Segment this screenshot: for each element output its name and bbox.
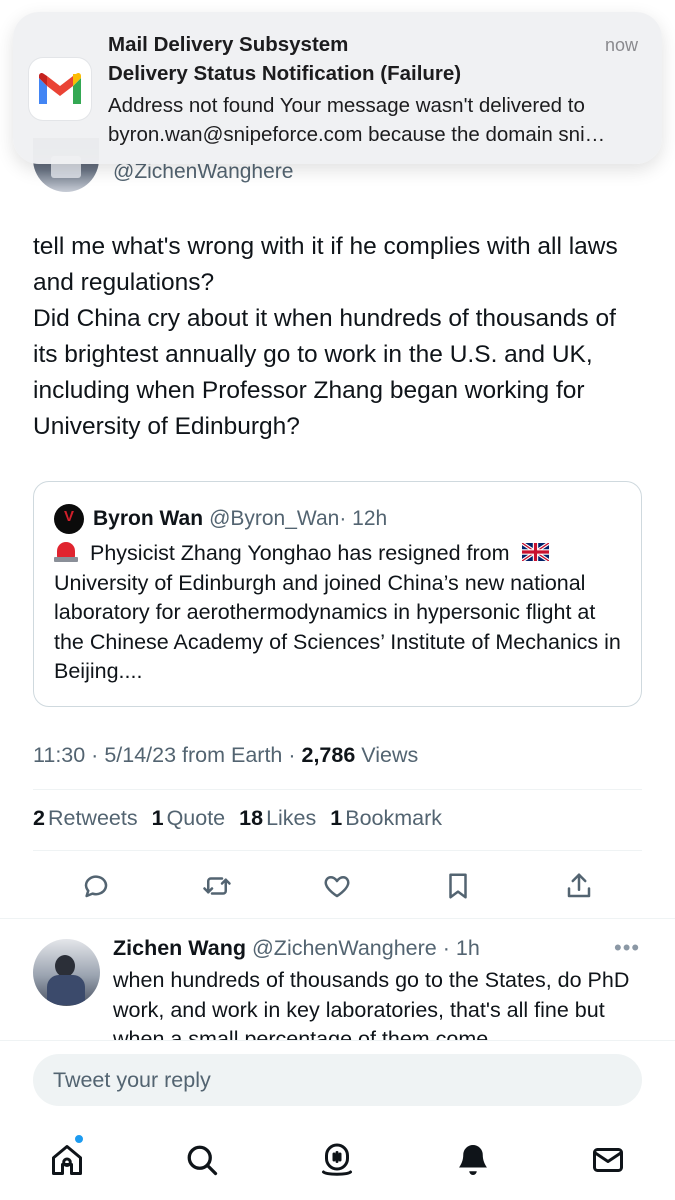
nav-home[interactable] [45, 1138, 89, 1182]
reply-header: Zichen Wang @ZichenWanghere · 1h [113, 936, 480, 961]
notification-body: Address not found Your message wasn't de… [108, 91, 643, 149]
notification-body-line: byron.wan@snipeforce.com because the dom… [108, 123, 606, 146]
quoted-text-rest: University of Edinburgh and joined China… [54, 570, 621, 684]
bottom-navigation [0, 1138, 675, 1182]
reply-text: when hundreds of thousands go to the Sta… [113, 968, 630, 1042]
bookmark-button[interactable] [436, 864, 480, 908]
retweets-stat[interactable]: 2 Retweets [33, 806, 138, 831]
tweet-text-line: Did China cry about it when hundreds of … [33, 305, 616, 440]
nav-search[interactable] [180, 1138, 224, 1182]
retweet-icon [203, 877, 231, 895]
mail-icon [593, 1148, 623, 1172]
quoted-author-avatar [54, 504, 84, 534]
notification-app-name: Mail Delivery Subsystem [108, 33, 349, 56]
likes-stat[interactable]: 18 Likes [239, 806, 316, 831]
siren-emoji-icon [54, 540, 78, 562]
nav-messages[interactable] [586, 1138, 630, 1182]
bell-icon [459, 1145, 487, 1175]
reply-author-handle[interactable]: @ZichenWanghere [252, 936, 437, 960]
heart-icon [324, 876, 350, 898]
more-options-icon[interactable]: ••• [614, 936, 640, 960]
retweet-button[interactable] [195, 864, 239, 908]
notification-time: now [604, 35, 638, 55]
quoted-text-start: Physicist Zhang Yonghao has resigned fro… [90, 541, 510, 565]
quoted-tweet-header: Byron Wan @Byron_Wan · 12h [54, 504, 387, 534]
uk-flag-icon [521, 543, 549, 561]
bookmarks-stat[interactable]: 1 Bookmark [330, 806, 442, 831]
reply-icon [84, 875, 108, 898]
divider [33, 789, 642, 790]
divider [33, 850, 642, 851]
divider [0, 918, 675, 919]
tweet-action-bar [0, 864, 675, 908]
reply-button[interactable] [74, 864, 118, 908]
share-button[interactable] [557, 864, 601, 908]
nav-notifications[interactable] [451, 1138, 495, 1182]
gmail-icon [29, 58, 91, 120]
tweet-text-line: tell me what's wrong with it if he compl… [33, 233, 618, 296]
reply-author-name[interactable]: Zichen Wang [113, 936, 246, 960]
reply-time: · 1h [436, 936, 480, 960]
notification-title: Delivery Status Notification (Failure) [108, 62, 462, 85]
quoted-tweet-text: Physicist Zhang Yonghao has resigned fro… [54, 539, 629, 687]
quoted-tweet-time: · 12h [339, 507, 388, 530]
home-notification-dot [74, 1134, 84, 1144]
quoted-author-name: Byron Wan [93, 507, 204, 530]
home-icon [52, 1145, 82, 1175]
quotes-stat[interactable]: 1 Quote [152, 806, 226, 831]
notification-body-line: Address not found Your message wasn't de… [108, 94, 585, 117]
search-icon [187, 1145, 218, 1176]
quoted-author-handle: @Byron_Wan [209, 507, 340, 530]
tweet-meta: 11:30 · 5/14/23 from Earth · 2,786 Views [33, 743, 418, 768]
nav-spaces[interactable] [315, 1138, 359, 1182]
views-label: Views [355, 743, 419, 767]
engagement-stats: 2 Retweets 1 Quote 18 Likes 1 Bookmark [33, 806, 456, 831]
share-icon [567, 873, 591, 898]
spaces-microphone-icon [322, 1143, 352, 1176]
views-count: 2,786 [301, 743, 356, 767]
like-button[interactable] [315, 864, 359, 908]
push-notification-banner[interactable]: Mail Delivery Subsystem now Delivery Sta… [13, 12, 662, 164]
tweet-timestamp: 11:30 · 5/14/23 from Earth · [33, 743, 302, 767]
reply-author-avatar[interactable] [33, 939, 100, 1006]
tweet-text: tell me what's wrong with it if he compl… [33, 229, 643, 445]
quoted-tweet-card[interactable]: Byron Wan @Byron_Wan · 12h Physicist Zha… [33, 481, 642, 707]
reply-input[interactable]: Tweet your reply [33, 1054, 642, 1106]
bookmark-icon [449, 873, 467, 899]
